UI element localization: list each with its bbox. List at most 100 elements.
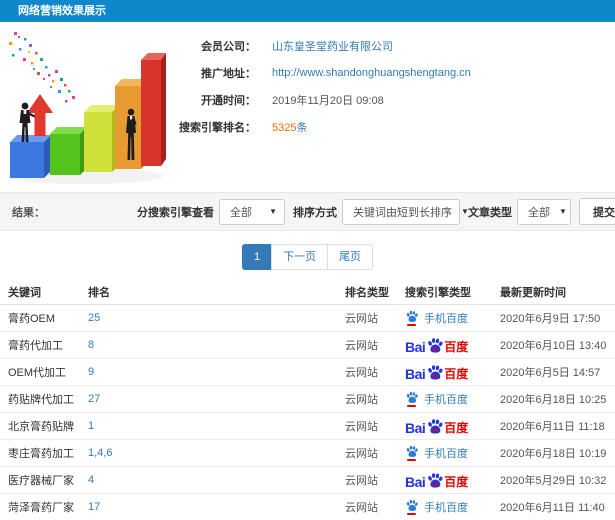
red-underline (407, 324, 416, 326)
updated-cell: 2020年6月11日 11:18 (500, 421, 605, 433)
mobile-baidu-logo: 手机百度 (405, 310, 468, 326)
info-value[interactable]: 5325条 (272, 119, 307, 135)
col-rank-type: 排名类型 (345, 287, 389, 299)
svg-text:du: du (432, 481, 438, 487)
baidu-logo: Bai du 百度 (405, 418, 468, 435)
filter-label: 排序方式 (293, 206, 337, 219)
info-value[interactable]: http://www.shandonghuangshengtang.cn (272, 67, 471, 79)
baidu-logo: Bai du 百度 (405, 337, 468, 354)
table-row: 膏药代加工 8 云网站 Bai du 百度 2020年6月10日 13:40 (0, 332, 615, 359)
baidu-paw-icon (406, 310, 418, 322)
rank-link[interactable]: 9 (88, 366, 345, 378)
rank-type-cell: 云网站 (345, 502, 378, 514)
select-value: 关键词由短到长排序 (353, 206, 452, 219)
col-rank: 排名 (88, 287, 110, 299)
rank-link[interactable]: 25 (88, 312, 345, 324)
table-row: 北京膏药贴牌 1 云网站 Bai du 百度 2020年6月11日 11:18 (0, 413, 615, 440)
engine-cell: Bai du 百度 (405, 364, 500, 381)
red-underline (407, 405, 416, 407)
page-title: 网络营销效果展示 (18, 5, 106, 17)
sort-filter-select[interactable]: 关键词由短到长排序 ▼ (342, 198, 469, 225)
baidu-logo-bai-text: Bai (405, 419, 426, 436)
rank-link[interactable]: 1 (88, 420, 345, 432)
chevron-down-icon: ▼ (559, 207, 567, 216)
table-header-row: 关键词 排名 排名类型 搜索引擎类型 最新更新时间 (0, 280, 615, 305)
col-engine-type: 搜索引擎类型 (405, 287, 471, 299)
updated-cell: 2020年5月29日 10:32 (500, 475, 607, 487)
next-page-button[interactable]: 下一页 (271, 244, 329, 270)
bar-red (141, 53, 166, 166)
keyword-cell: 膏药OEM (8, 313, 56, 325)
baidu-paw-icon (406, 499, 418, 511)
baidu-paw-icon: du (428, 418, 443, 433)
pagination: 1 下一页 尾页 (0, 244, 615, 270)
rank-type-cell: 云网站 (345, 421, 378, 433)
table-row: 膏药OEM 25 云网站 手机百度 2020年6月9日 17:50 (0, 305, 615, 332)
chevron-down-icon: ▼ (269, 207, 277, 216)
updated-cell: 2020年6月10日 13:40 (500, 340, 607, 352)
col-updated: 最新更新时间 (500, 287, 566, 299)
baidu-paw-icon (406, 391, 418, 403)
mobile-baidu-logo: 手机百度 (405, 499, 468, 515)
member-info: 会员公司： 山东皇圣堂药业有限公司 推广地址： http://www.shand… (168, 22, 615, 190)
top-section: 会员公司： 山东皇圣堂药业有限公司 推广地址： http://www.shand… (0, 22, 615, 190)
baidu-logo-cn-text: 百度 (444, 420, 469, 435)
baidu-logo-cn-text: 百度 (444, 474, 469, 489)
updated-cell: 2020年6月18日 10:19 (500, 448, 607, 460)
submit-button[interactable]: 提交 (579, 198, 615, 225)
page-1-button[interactable]: 1 (241, 244, 273, 270)
baidu-paw-icon (406, 445, 418, 457)
rank-link[interactable]: 4 (88, 474, 345, 486)
info-value[interactable]: 山东皇圣堂药业有限公司 (272, 38, 393, 54)
table-row: 医疗器械厂家 4 云网站 Bai du 百度 2020年5月29日 10:32 (0, 467, 615, 494)
updated-cell: 2020年6月9日 17:50 (500, 313, 601, 325)
keyword-cell: 菏泽膏药厂家 (8, 502, 74, 514)
bar-yellow (84, 105, 119, 172)
engine-cell: Bai du 百度 (405, 418, 500, 435)
rank-link[interactable]: 1,4,6 (88, 447, 345, 459)
info-label: 推广地址： (201, 67, 256, 80)
engine-filter-select[interactable]: 全部 ▼ (219, 198, 285, 225)
rank-type-cell: 云网站 (345, 367, 378, 379)
filter-bar: 结果： 分搜索引擎查看 全部 ▼ 排序方式 关键词由短到长排序 ▼ 文章类型 全… (0, 192, 615, 231)
result-label: 结果： (12, 206, 45, 219)
baidu-logo-bai-text: Bai (405, 473, 426, 490)
engine-cell: Bai du 百度 (405, 337, 500, 354)
rank-type-cell: 云网站 (345, 340, 378, 352)
baidu-logo-cn-text: 百度 (444, 339, 469, 354)
last-page-button[interactable]: 尾页 (327, 244, 374, 270)
filter-label: 文章类型 (468, 206, 512, 219)
select-value: 全部 (230, 206, 252, 219)
engine-cell: 手机百度 (405, 499, 500, 515)
col-keyword: 关键词 (8, 287, 41, 299)
rank-link[interactable]: 27 (88, 393, 345, 405)
rank-link[interactable]: 8 (88, 339, 345, 351)
table-row: 枣庄膏药加工 1,4,6 云网站 手机百度 2020年6月18日 10:19 (0, 440, 615, 467)
rank-type-cell: 云网站 (345, 448, 378, 460)
article-type-filter-select[interactable]: 全部 ▼ (517, 198, 571, 225)
rank-type-cell: 云网站 (345, 475, 378, 487)
filter-label: 分搜索引擎查看 (137, 206, 214, 219)
keyword-cell: 北京膏药贴牌 (8, 421, 74, 433)
table-row: 药贴牌代加工 27 云网站 手机百度 2020年6月18日 10:25 (0, 386, 615, 413)
baidu-logo: Bai du 百度 (405, 472, 468, 489)
baidu-paw-icon: du (428, 364, 443, 379)
baidu-logo-bai-text: Bai (405, 338, 426, 355)
info-label: 搜索引擎排名： (179, 121, 256, 134)
updated-cell: 2020年6月18日 10:25 (500, 394, 607, 406)
table-row: 菏泽膏药厂家 17 云网站 手机百度 2020年6月11日 11:40 (0, 494, 615, 520)
info-label: 会员公司： (201, 40, 256, 53)
baidu-logo: Bai du 百度 (405, 364, 468, 381)
info-row: 推广地址： http://www.shandonghuangshengtang.… (168, 59, 615, 86)
table-row: OEM代加工 9 云网站 Bai du 百度 2020年6月5日 14:57 (0, 359, 615, 386)
rank-type-cell: 云网站 (345, 313, 378, 325)
mobile-baidu-logo: 手机百度 (405, 391, 468, 407)
keyword-cell: OEM代加工 (8, 367, 67, 379)
updated-cell: 2020年6月11日 11:40 (500, 502, 605, 514)
select-value: 全部 (528, 206, 550, 219)
engine-label: 手机百度 (424, 502, 468, 514)
svg-text:du: du (432, 373, 438, 379)
info-label: 开通时间： (201, 94, 256, 107)
rank-link[interactable]: 17 (88, 501, 345, 513)
keyword-cell: 药贴牌代加工 (8, 394, 74, 406)
